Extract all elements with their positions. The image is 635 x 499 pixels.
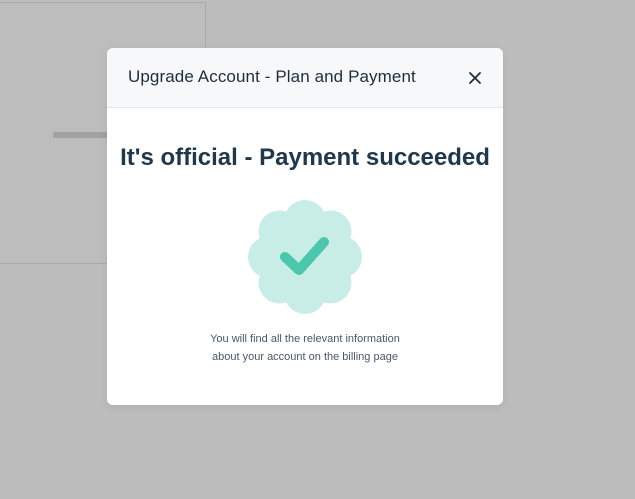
background-card-text bbox=[53, 132, 111, 138]
modal-header: Upgrade Account - Plan and Payment bbox=[107, 48, 503, 108]
message-line-2: about your account on the billing page bbox=[212, 351, 398, 363]
billing-info-message: You will find all the relevant informati… bbox=[155, 330, 455, 366]
message-line-1: You will find all the relevant informati… bbox=[210, 333, 400, 345]
close-icon bbox=[469, 72, 481, 84]
modal-title: Upgrade Account - Plan and Payment bbox=[128, 67, 416, 86]
success-headline: It's official - Payment succeeded bbox=[120, 144, 490, 171]
close-button[interactable] bbox=[463, 66, 487, 90]
upgrade-account-modal: Upgrade Account - Plan and Payment It's … bbox=[107, 48, 503, 405]
checkmark-badge-icon bbox=[248, 200, 362, 314]
modal-body: It's official - Payment succeeded You wi… bbox=[107, 108, 503, 405]
